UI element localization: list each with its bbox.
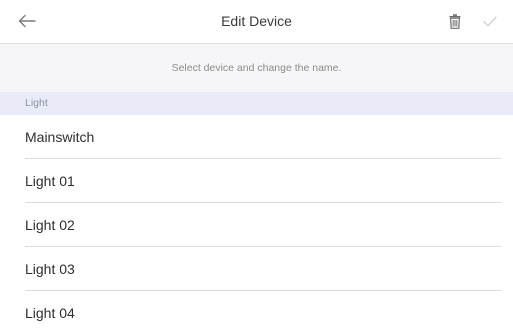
device-item-light-03[interactable]: Light 03: [0, 247, 513, 291]
checkmark-icon: [483, 16, 497, 26]
device-name: Light 03: [25, 261, 75, 277]
instruction-bar: Select device and change the name.: [0, 44, 513, 92]
confirm-button[interactable]: [480, 11, 500, 31]
device-item-mainswitch[interactable]: Mainswitch: [0, 115, 513, 159]
device-item-light-04[interactable]: Light 04: [0, 291, 513, 335]
device-list: Mainswitch Light 01 Light 02 Light 03 Li…: [0, 115, 513, 335]
section-label: Light: [25, 97, 48, 109]
device-item-light-02[interactable]: Light 02: [0, 203, 513, 247]
device-name: Light 02: [25, 217, 75, 233]
instruction-text: Select device and change the name.: [171, 62, 342, 74]
device-item-light-01[interactable]: Light 01: [0, 159, 513, 203]
section-header: Light: [0, 92, 513, 115]
delete-button[interactable]: [445, 11, 465, 31]
device-name: Mainswitch: [25, 129, 95, 145]
app-header: Edit Device: [0, 0, 513, 44]
page-title: Edit Device: [221, 13, 292, 29]
device-name: Light 04: [25, 305, 75, 321]
trash-icon: [449, 13, 461, 29]
device-name: Light 01: [25, 173, 75, 189]
